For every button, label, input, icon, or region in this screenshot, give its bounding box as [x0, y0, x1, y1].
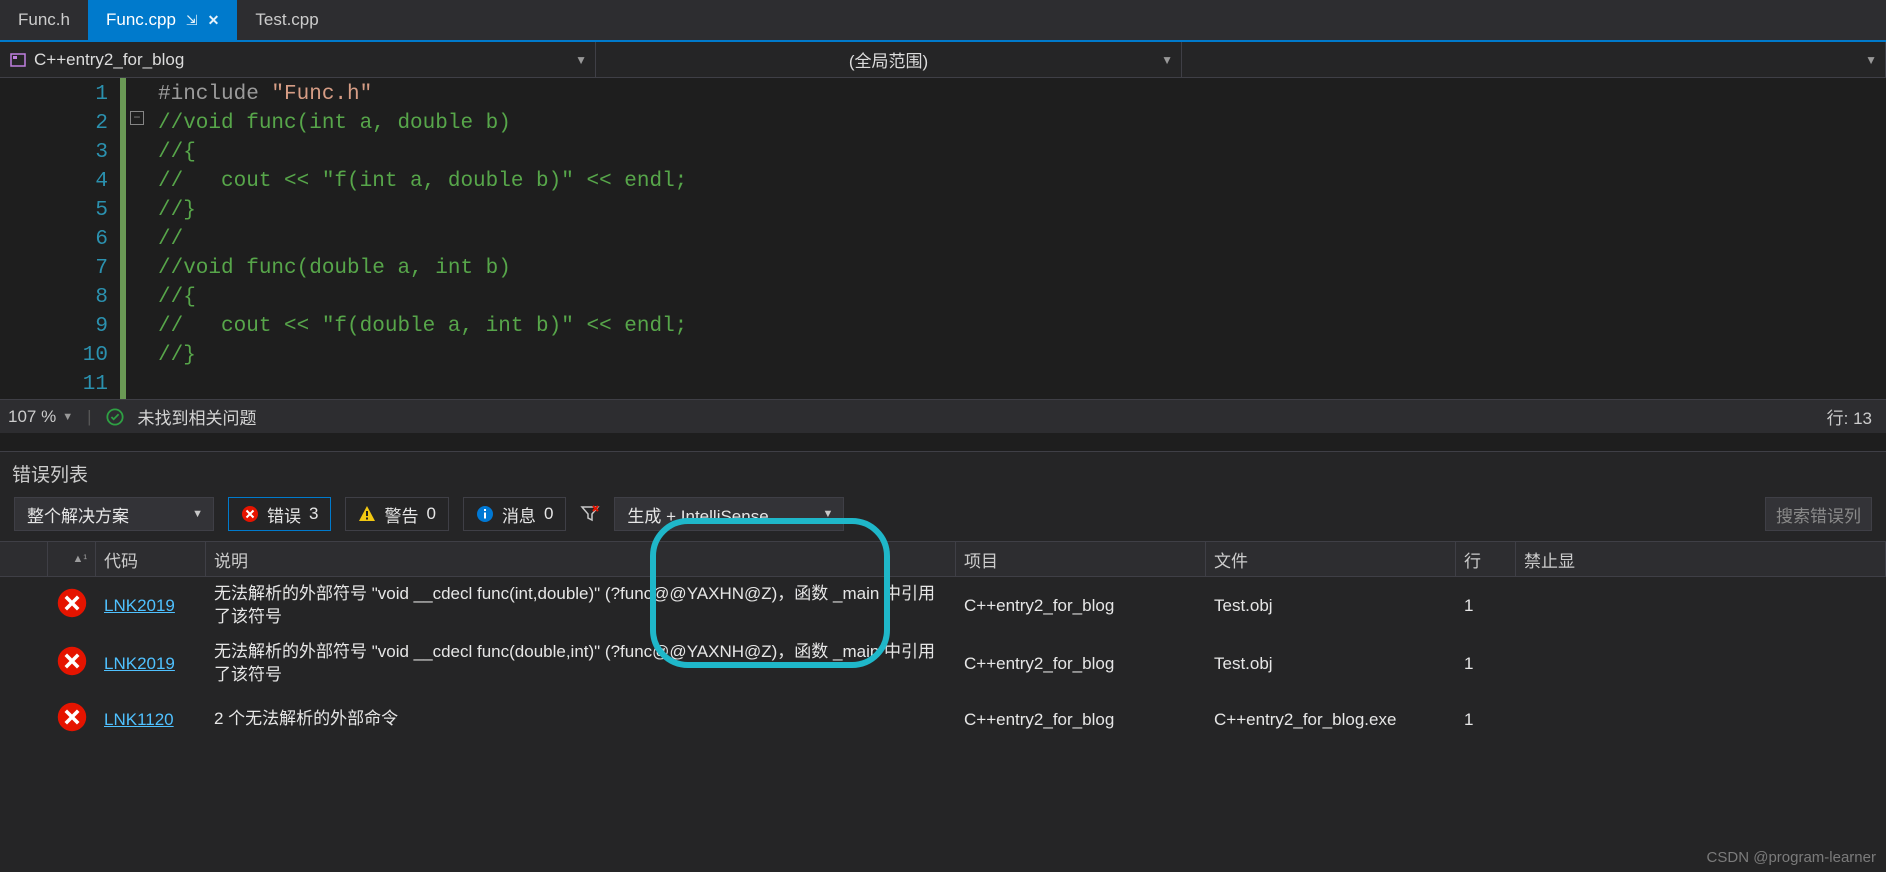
- issues-status: 未找到相关问题: [138, 404, 257, 429]
- zoom-value: 107 %: [8, 407, 56, 427]
- editor-tabs: Func.h Func.cpp ⇲ ✕ Test.cpp: [0, 0, 1886, 42]
- fold-margin[interactable]: −: [120, 78, 158, 399]
- errors-filter-chip[interactable]: 错误 3: [228, 497, 331, 531]
- symbol-scope-label: (全局范围): [849, 47, 928, 72]
- error-list-panel: 错误列表 整个解决方案 ▼ 错误 3 警告 0 消息 0: [0, 451, 1886, 872]
- close-icon[interactable]: ✕: [208, 12, 220, 29]
- messages-filter-chip[interactable]: 消息 0: [463, 497, 566, 531]
- search-placeholder: 搜索错误列: [1776, 502, 1861, 527]
- error-project: C++entry2_for_blog: [956, 704, 1206, 736]
- error-file: C++entry2_for_blog.exe: [1206, 704, 1456, 736]
- sort-indicator-icon: ▲¹: [72, 553, 87, 565]
- tab-label: Test.cpp: [255, 10, 318, 30]
- change-indicator: [120, 78, 126, 399]
- info-icon: [476, 505, 494, 523]
- error-project: C++entry2_for_blog: [956, 648, 1206, 680]
- tab-label: Func.h: [18, 10, 70, 30]
- tab-func-h[interactable]: Func.h: [0, 0, 88, 40]
- error-code-link[interactable]: LNK1120: [96, 704, 206, 736]
- navigation-bar: C++entry2_for_blog ▼ (全局范围) ▼ ▼: [0, 42, 1886, 78]
- error-code-link[interactable]: LNK2019: [96, 590, 206, 622]
- pin-icon[interactable]: ⇲: [186, 12, 198, 29]
- chip-count: 3: [309, 504, 318, 524]
- error-description: 2 个无法解析的外部命令: [206, 702, 956, 737]
- solution-scope-dropdown[interactable]: 整个解决方案 ▼: [14, 497, 214, 531]
- error-file: Test.obj: [1206, 648, 1456, 680]
- fold-toggle-icon[interactable]: −: [130, 111, 144, 125]
- error-line: 1: [1456, 704, 1516, 736]
- error-table-header[interactable]: ▲¹ 代码 说明 项目 文件 行 禁止显: [0, 541, 1886, 577]
- dropdown-label: 生成 + IntelliSense: [627, 502, 768, 527]
- editor-status-bar: 107 % ▼ | 未找到相关问题 行: 13: [0, 399, 1886, 433]
- cursor-position: 行: 13: [1827, 404, 1878, 429]
- chip-count: 0: [544, 504, 553, 524]
- line-number-gutter: 1234567891011: [0, 78, 120, 399]
- error-icon: [56, 718, 88, 737]
- check-circle-icon: [106, 408, 124, 426]
- error-line: 1: [1456, 648, 1516, 680]
- error-description: 无法解析的外部符号 "void __cdecl func(double,int)…: [206, 635, 956, 693]
- dropdown-label: 整个解决方案: [27, 502, 129, 527]
- col-project[interactable]: 项目: [956, 542, 1206, 576]
- chip-count: 0: [426, 504, 435, 524]
- error-icon: [56, 662, 88, 681]
- error-row[interactable]: LNK2019无法解析的外部符号 "void __cdecl func(int,…: [0, 577, 1886, 635]
- chevron-down-icon: ▼: [1161, 53, 1173, 67]
- chevron-down-icon: ▼: [192, 508, 203, 520]
- panel-title: 错误列表: [0, 452, 1886, 497]
- error-search-input[interactable]: 搜索错误列: [1765, 497, 1872, 531]
- tab-func-cpp[interactable]: Func.cpp ⇲ ✕: [88, 0, 237, 40]
- chevron-down-icon: ▼: [575, 53, 587, 67]
- chip-label: 消息: [502, 502, 536, 527]
- error-row[interactable]: LNK2019无法解析的外部符号 "void __cdecl func(doub…: [0, 635, 1886, 693]
- source-dropdown[interactable]: 生成 + IntelliSense ▼: [614, 497, 844, 531]
- zoom-dropdown[interactable]: 107 % ▼: [8, 407, 73, 427]
- error-list-toolbar: 整个解决方案 ▼ 错误 3 警告 0 消息 0: [0, 497, 1886, 541]
- error-description: 无法解析的外部符号 "void __cdecl func(int,double)…: [206, 577, 956, 635]
- chip-label: 错误: [267, 502, 301, 527]
- project-icon: [10, 52, 26, 68]
- error-line: 1: [1456, 590, 1516, 622]
- chevron-down-icon: ▼: [823, 508, 834, 520]
- error-row[interactable]: LNK11202 个无法解析的外部命令C++entry2_for_blogC++…: [0, 693, 1886, 747]
- error-icon: [56, 604, 88, 623]
- member-scope-dropdown[interactable]: ▼: [1182, 42, 1886, 77]
- error-icon: [241, 505, 259, 523]
- tab-test-cpp[interactable]: Test.cpp: [237, 0, 336, 40]
- warnings-filter-chip[interactable]: 警告 0: [345, 497, 448, 531]
- code-content[interactable]: #include "Func.h"//void func(int a, doub…: [158, 78, 1886, 399]
- col-desc[interactable]: 说明: [206, 542, 956, 576]
- col-file[interactable]: 文件: [1206, 542, 1456, 576]
- error-code-link[interactable]: LNK2019: [96, 648, 206, 680]
- col-line[interactable]: 行: [1456, 542, 1516, 576]
- tab-label: Func.cpp: [106, 10, 176, 30]
- error-project: C++entry2_for_blog: [956, 590, 1206, 622]
- watermark: CSDN @program-learner: [1707, 849, 1876, 866]
- project-scope-label: C++entry2_for_blog: [34, 50, 184, 70]
- project-scope-dropdown[interactable]: C++entry2_for_blog ▼: [0, 42, 596, 77]
- code-editor[interactable]: 1234567891011 − #include "Func.h"//void …: [0, 78, 1886, 399]
- chip-label: 警告: [384, 502, 418, 527]
- chevron-down-icon: ▼: [1865, 53, 1877, 67]
- symbol-scope-dropdown[interactable]: (全局范围) ▼: [596, 42, 1182, 77]
- col-suppress[interactable]: 禁止显: [1516, 542, 1886, 576]
- error-table: ▲¹ 代码 说明 项目 文件 行 禁止显 LNK2019无法解析的外部符号 "v…: [0, 541, 1886, 872]
- clear-filter-icon[interactable]: [580, 504, 600, 524]
- error-file: Test.obj: [1206, 590, 1456, 622]
- chevron-down-icon: ▼: [62, 411, 73, 423]
- warning-icon: [358, 505, 376, 523]
- col-code[interactable]: 代码: [96, 542, 206, 576]
